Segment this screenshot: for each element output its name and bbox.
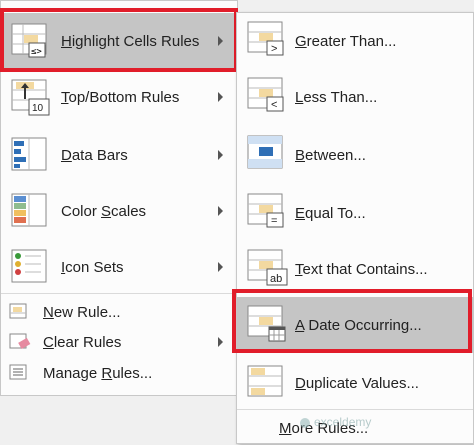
text-contains-symbol: ab xyxy=(270,273,283,285)
data-bars-icon xyxy=(11,137,47,171)
submenu-item-less-than[interactable]: < Less Than... xyxy=(237,69,473,125)
menu-item-label: Color Scales xyxy=(61,202,147,220)
chevron-right-icon xyxy=(218,337,223,347)
menu-item-top-bottom-rules[interactable]: 10 Top/Bottom Rules xyxy=(1,69,237,125)
top-bottom-icon-text: 10 xyxy=(32,103,44,114)
menu-item-clear-rules[interactable]: Clear Rules xyxy=(1,325,237,359)
top-bottom-icon xyxy=(11,79,50,116)
submenu-item-label: Greater Than... xyxy=(295,32,397,50)
submenu-separator xyxy=(237,409,473,410)
menu-item-icon-sets[interactable]: Icon Sets xyxy=(1,239,237,295)
less-than-icon xyxy=(247,77,284,112)
chevron-right-icon xyxy=(218,150,223,160)
menu-item-label: New Rule... xyxy=(43,303,121,321)
submenu-item-label: A Date Occurring... xyxy=(295,316,422,334)
submenu-item-equal-to[interactable]: = Equal To... xyxy=(237,185,473,241)
new-rule-icon xyxy=(9,303,27,319)
submenu-item-greater-than[interactable]: > Greater Than... xyxy=(237,13,473,69)
submenu-item-label: Text that Contains... xyxy=(295,260,428,278)
date-occurring-icon xyxy=(247,305,286,342)
highlight-cells-submenu: > Greater Than... < Less Than... Between… xyxy=(236,12,474,444)
greater-than-symbol: > xyxy=(271,43,278,55)
equal-to-icon xyxy=(247,193,284,228)
submenu-item-label: Less Than... xyxy=(295,88,378,106)
watermark: exceldemy xyxy=(300,415,371,429)
between-icon xyxy=(247,135,283,169)
icon-sets-icon xyxy=(11,249,47,283)
menu-item-label: Highlight Cells Rules xyxy=(61,32,200,50)
svg-text:≤>: ≤> xyxy=(31,47,42,57)
less-than-symbol: < xyxy=(271,99,278,111)
submenu-item-duplicate-values[interactable]: Duplicate Values... xyxy=(237,355,473,411)
greater-than-icon xyxy=(247,21,284,56)
clear-rules-icon xyxy=(9,333,31,349)
menu-item-new-rule[interactable]: New Rule... xyxy=(1,295,237,329)
menu-item-highlight-cells-rules[interactable]: ≤> Highlight Cells Rules xyxy=(1,13,237,69)
chevron-right-icon xyxy=(218,92,223,102)
menu-item-color-scales[interactable]: Color Scales xyxy=(1,183,237,239)
submenu-item-label: Equal To... xyxy=(295,204,366,222)
submenu-item-text-contains[interactable]: ab Text that Contains... xyxy=(237,241,473,297)
manage-rules-icon xyxy=(9,364,27,380)
text-contains-icon xyxy=(247,249,288,286)
duplicate-values-icon xyxy=(247,365,283,397)
chevron-right-icon xyxy=(218,36,223,46)
conditional-formatting-menu: ≤> Highlight Cells Rules 10 Top/Bottom R… xyxy=(0,0,238,396)
chevron-right-icon xyxy=(218,206,223,216)
highlight-cells-icon: ≤> xyxy=(11,23,47,58)
chevron-right-icon xyxy=(218,262,223,272)
menu-separator xyxy=(1,293,237,294)
submenu-item-label: Duplicate Values... xyxy=(295,374,419,392)
menu-item-manage-rules[interactable]: Manage Rules... xyxy=(1,356,237,390)
equal-to-symbol: = xyxy=(271,215,278,227)
menu-item-data-bars[interactable]: Data Bars xyxy=(1,127,237,183)
color-scales-icon xyxy=(11,193,47,227)
watermark-text: exceldemy xyxy=(314,415,372,429)
menu-item-label: Manage Rules... xyxy=(43,364,153,382)
menu-item-label: Top/Bottom Rules xyxy=(61,88,180,106)
menu-item-label: Clear Rules xyxy=(43,333,122,351)
menu-item-label: Data Bars xyxy=(61,146,128,164)
watermark-logo-icon xyxy=(300,417,310,428)
submenu-item-date-occurring[interactable]: A Date Occurring... xyxy=(237,297,473,353)
submenu-item-between[interactable]: Between... xyxy=(237,127,473,183)
submenu-item-label: Between... xyxy=(295,146,366,164)
menu-item-label: Icon Sets xyxy=(61,258,124,276)
